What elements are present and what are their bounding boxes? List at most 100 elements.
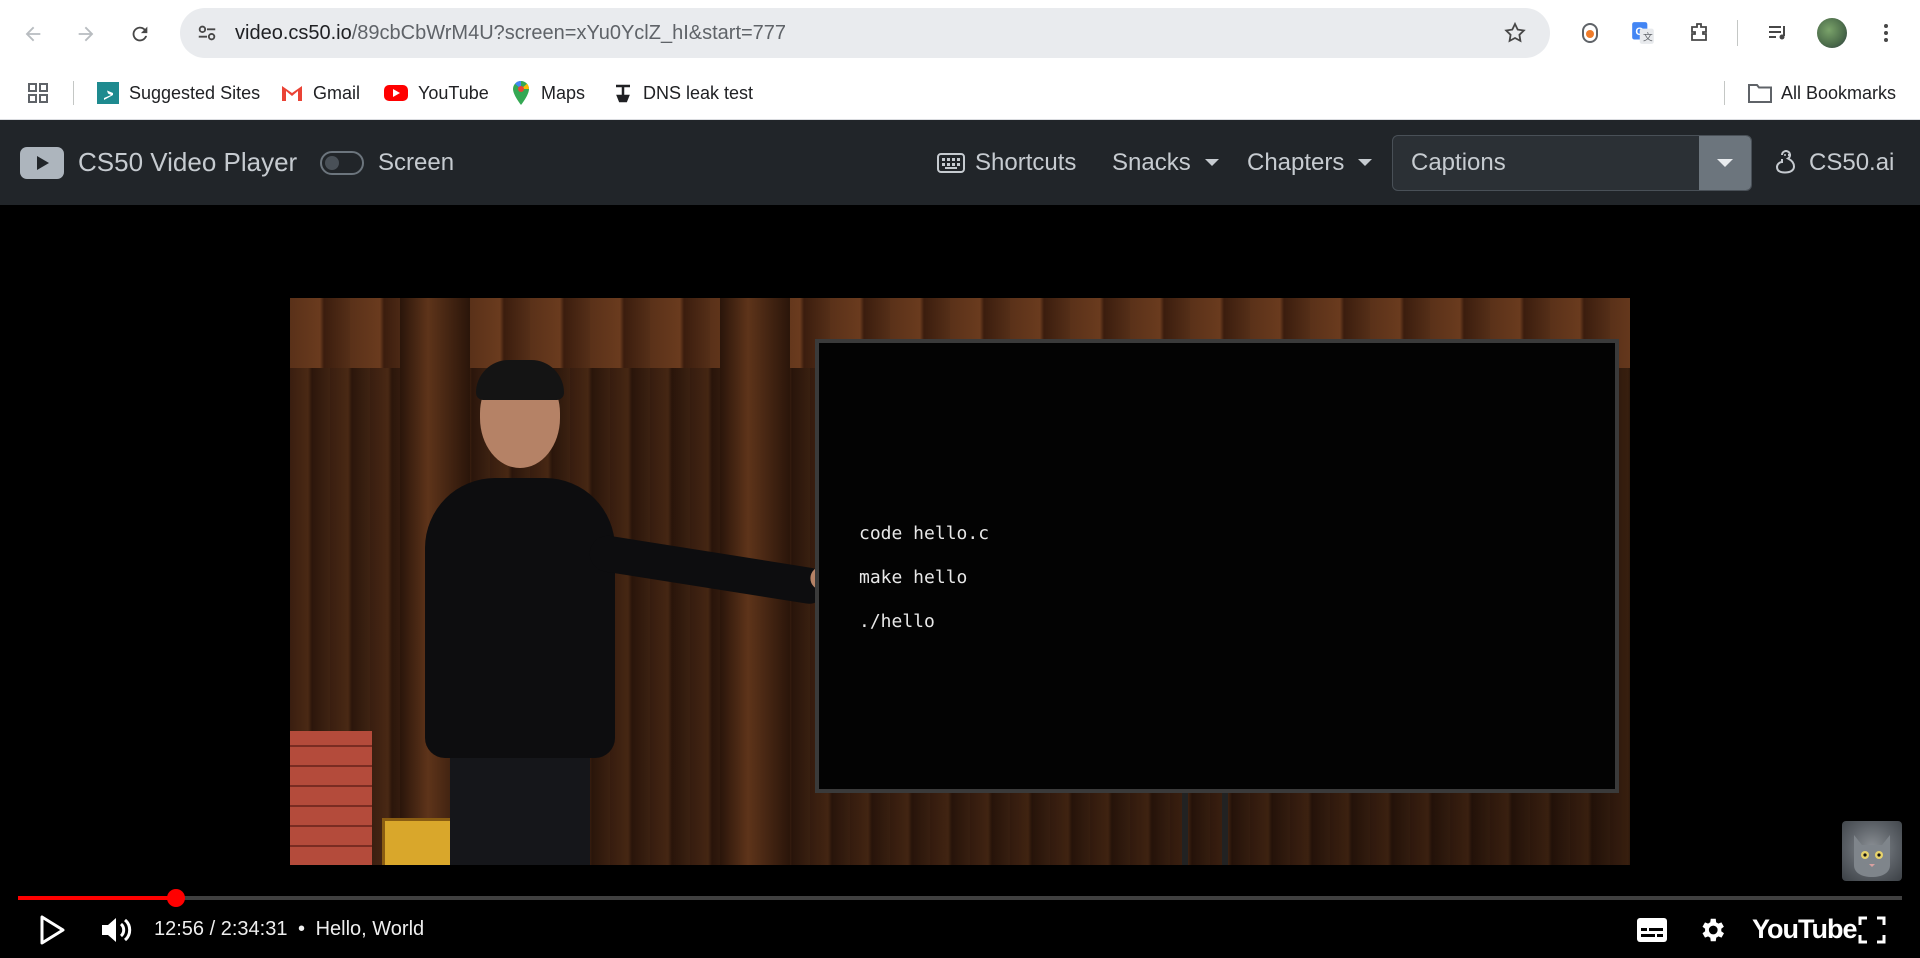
duck-icon [1775, 149, 1796, 174]
reload-icon [132, 26, 148, 42]
toolbar-divider [1737, 20, 1738, 46]
settings-button[interactable] [1690, 902, 1734, 957]
bookmarks-divider [73, 81, 74, 105]
channel-watermark[interactable] [1842, 821, 1902, 881]
forward-button[interactable] [66, 14, 106, 54]
bookmark-label: Gmail [313, 82, 361, 103]
bookmark-dns-leak-test[interactable]: DNS leak test [612, 67, 753, 119]
url-path: /89cbCbWrM4U?screen=xYu0YclZ_hI&start=77… [351, 22, 787, 44]
chapter-title[interactable]: Hello, World [316, 918, 425, 940]
apps-button[interactable] [26, 67, 50, 119]
extension-orange-icon[interactable] [1570, 13, 1610, 53]
bookmark-suggested-sites[interactable]: Suggested Sites [96, 67, 260, 119]
fullscreen-button[interactable] [1850, 902, 1894, 957]
youtube-logo[interactable]: YouTube [1752, 902, 1857, 957]
bookmark-label: Suggested Sites [129, 82, 261, 103]
url-text[interactable]: video.cs50.io/89cbCbWrM4U?screen=xYu0Ycl… [235, 8, 786, 58]
gear-icon [1702, 918, 1724, 941]
display-screen: code hello.c make hello ./hello [815, 339, 1619, 793]
progress-track[interactable] [18, 896, 1902, 900]
subtitles-icon [1637, 917, 1667, 942]
chapters-dropdown[interactable]: Chapters [1247, 120, 1373, 205]
dns-icon [616, 84, 630, 103]
youtube-icon [384, 85, 408, 101]
snacks-label: Snacks [1112, 148, 1191, 176]
screen-switch[interactable] [320, 150, 364, 175]
cs50-navbar: CS50 Video Player Screen Shortcuts Snack… [0, 120, 1920, 205]
time-display: 12:56 / 2:34:31 • Hello, World [154, 902, 424, 957]
bookmarks-divider [1724, 81, 1725, 105]
switch-knob [325, 155, 339, 170]
bookmark-youtube[interactable]: YouTube [383, 67, 489, 119]
bing-icon [97, 82, 119, 104]
chapters-label: Chapters [1247, 148, 1345, 176]
cs50-ai-label: CS50.ai [1809, 148, 1895, 176]
brand-link[interactable]: CS50 Video Player [20, 120, 297, 205]
code-line: code hello.c [859, 523, 990, 544]
screen-toggle-label: Screen [378, 148, 455, 176]
media-queue-icon[interactable] [1758, 13, 1798, 53]
lecturer-arm [587, 533, 830, 607]
all-bookmarks-label: All Bookmarks [1781, 82, 1897, 103]
lecturer-body [425, 478, 615, 758]
back-button[interactable] [13, 14, 53, 54]
gmail-icon [282, 86, 302, 101]
video-frame[interactable]: code hello.c make hello ./hello [290, 298, 1630, 865]
screen-stand [1222, 793, 1228, 865]
extensions-puzzle-icon[interactable] [1679, 13, 1719, 53]
progress-fill [18, 896, 176, 900]
brand-title: CS50 Video Player [78, 147, 298, 177]
mario-bricks [290, 731, 372, 865]
site-settings-icon[interactable] [196, 22, 218, 44]
arrow-left-icon [25, 26, 41, 42]
svg-text:文: 文 [1643, 31, 1653, 44]
folder-icon [1748, 84, 1772, 103]
address-bar[interactable]: video.cs50.io/89cbCbWrM4U?screen=xYu0Ycl… [180, 8, 1550, 58]
subtitles-button[interactable] [1630, 902, 1674, 957]
snacks-dropdown[interactable]: Snacks [1112, 120, 1219, 205]
bookmark-label: Maps [541, 82, 586, 103]
reload-button[interactable] [120, 14, 160, 54]
screen-toggle[interactable]: Screen [320, 120, 454, 205]
maps-icon [513, 81, 529, 105]
lecturer-legs [450, 743, 590, 865]
caret-down-icon [1204, 159, 1219, 166]
captions-dropdown-toggle[interactable] [1699, 136, 1751, 190]
play-icon [40, 915, 65, 944]
url-host: video.cs50.io [235, 22, 352, 44]
shortcuts-button[interactable]: Shortcuts [937, 120, 1076, 205]
caret-down-icon [1358, 159, 1373, 166]
video-player[interactable]: code hello.c make hello ./hello 12:56 / … [0, 205, 1920, 958]
star-icon[interactable] [1503, 21, 1527, 45]
volume-button[interactable] [94, 902, 138, 957]
bookmark-label: DNS leak test [643, 82, 754, 103]
code-line: make hello [859, 567, 968, 588]
apps-grid-icon [28, 83, 48, 103]
arrow-right-icon [78, 26, 94, 42]
bookmark-maps[interactable]: Maps [510, 67, 585, 119]
captions-selected-value: Captions [1411, 149, 1506, 176]
fullscreen-icon [1858, 916, 1886, 943]
keyboard-icon [937, 152, 965, 173]
profile-avatar[interactable] [1812, 13, 1852, 53]
bookmarks-bar: Suggested Sites Gmail YouTube Maps DNS l… [0, 67, 1920, 120]
shortcuts-label: Shortcuts [975, 148, 1077, 176]
chapter-separator: • [298, 918, 306, 940]
browser-toolbar: video.cs50.io/89cbCbWrM4U?screen=xYu0Ycl… [0, 0, 1920, 67]
cat-icon [1854, 835, 1890, 877]
time-current-duration: 12:56 / 2:34:31 [154, 918, 288, 940]
cs50-ai-link[interactable]: CS50.ai [1773, 120, 1894, 205]
code-line: ./hello [859, 611, 935, 632]
lecturer-hair [476, 360, 564, 400]
avatar-icon [1817, 18, 1847, 48]
bookmark-label: YouTube [418, 82, 489, 103]
menu-kebab-icon[interactable] [1866, 13, 1906, 53]
all-bookmarks-button[interactable]: All Bookmarks [1748, 67, 1896, 119]
captions-select[interactable]: Captions [1392, 135, 1752, 191]
bookmark-gmail[interactable]: Gmail [280, 67, 360, 119]
screen-stand [1182, 793, 1188, 865]
caret-down-icon [1717, 159, 1733, 167]
play-button[interactable] [30, 902, 74, 957]
google-translate-icon[interactable]: G文 [1623, 13, 1663, 53]
play-logo-icon [20, 146, 64, 179]
